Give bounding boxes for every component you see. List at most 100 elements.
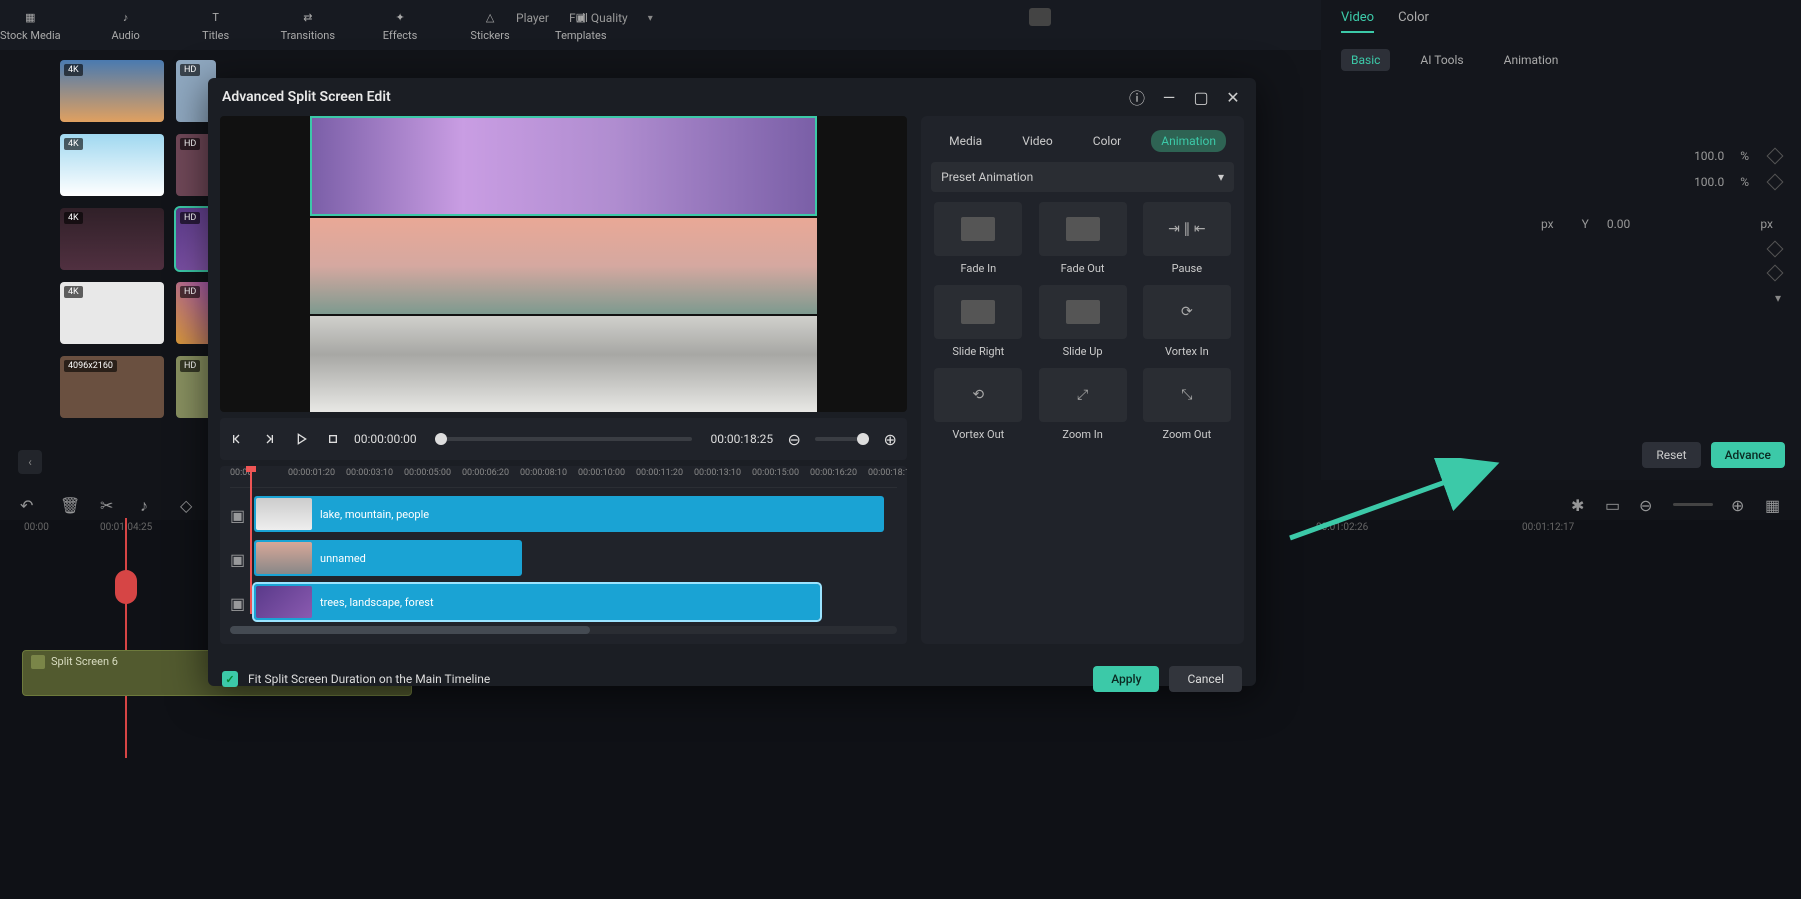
timeline-clip-selected[interactable]: trees, landscape, forest bbox=[254, 584, 820, 620]
tool-audio[interactable]: ♪Audio bbox=[101, 9, 151, 42]
y-label: Y bbox=[1582, 217, 1589, 231]
ruler-tick: 00:00 bbox=[24, 522, 49, 533]
fit-duration-checkbox[interactable]: ✓ bbox=[222, 671, 238, 687]
dialog-playhead[interactable] bbox=[250, 468, 252, 614]
frame-icon[interactable]: ▭ bbox=[1605, 496, 1621, 512]
subtab-basic[interactable]: Basic bbox=[1341, 49, 1390, 71]
dialog-properties: Media Video Color Animation Preset Anima… bbox=[921, 116, 1244, 644]
zoom-slider[interactable] bbox=[815, 437, 869, 441]
media-thumb[interactable]: 4K bbox=[60, 60, 164, 122]
dlg-tab-video[interactable]: Video bbox=[1012, 130, 1063, 152]
keyframe-icon[interactable] bbox=[1767, 148, 1784, 165]
y-value[interactable]: 0.00 bbox=[1607, 217, 1630, 231]
stop-button[interactable] bbox=[322, 428, 344, 450]
animation-preset[interactable]: ⟲Vortex Out bbox=[931, 368, 1025, 441]
zoom-slider[interactable] bbox=[1673, 503, 1713, 506]
delete-icon[interactable]: 🗑 bbox=[60, 496, 76, 512]
preview-slot-1[interactable] bbox=[310, 116, 817, 216]
keyframe-icon[interactable] bbox=[1767, 265, 1784, 282]
field-row bbox=[1321, 261, 1801, 285]
reset-button[interactable]: Reset bbox=[1642, 442, 1700, 468]
media-thumb[interactable]: 4096x2160 bbox=[60, 356, 164, 418]
help-icon[interactable]: ⓘ bbox=[1128, 88, 1146, 106]
marker-icon[interactable]: ✱ bbox=[1571, 496, 1587, 512]
timeline-clip[interactable]: lake, mountain, people bbox=[254, 496, 884, 532]
chevron-down-icon[interactable]: ▾ bbox=[1775, 291, 1781, 305]
animation-preset[interactable]: Fade In bbox=[931, 202, 1025, 275]
subtab-ai-tools[interactable]: AI Tools bbox=[1410, 49, 1473, 71]
next-frame-button[interactable] bbox=[258, 428, 280, 450]
animation-preset[interactable]: Slide Up bbox=[1035, 285, 1129, 358]
animation-preset[interactable]: ⤢Zoom In bbox=[1035, 368, 1129, 441]
tool-transitions[interactable]: ⇄Transitions bbox=[281, 9, 335, 42]
media-thumb[interactable]: 4K bbox=[60, 282, 164, 344]
playhead[interactable] bbox=[125, 518, 127, 758]
tool-stock-media[interactable]: ▦Stock Media bbox=[0, 9, 61, 42]
animation-preset[interactable]: ⟳Vortex In bbox=[1140, 285, 1234, 358]
tool-effects[interactable]: ✦Effects bbox=[375, 9, 425, 42]
media-thumb[interactable]: 4K bbox=[60, 208, 164, 270]
cut-icon[interactable]: ✂ bbox=[100, 496, 116, 512]
cancel-button[interactable]: Cancel bbox=[1169, 666, 1242, 692]
animation-preset[interactable]: Fade Out bbox=[1035, 202, 1129, 275]
apply-button[interactable]: Apply bbox=[1093, 666, 1159, 692]
timeline-clip[interactable]: unnamed bbox=[254, 540, 522, 576]
animation-preset[interactable]: ⇥ ∥ ⇤Pause bbox=[1140, 202, 1234, 275]
page-prev-button[interactable]: ‹ bbox=[18, 450, 42, 474]
preset-dropdown[interactable]: Preset Animation ▾ bbox=[931, 162, 1234, 192]
scrollbar-thumb[interactable] bbox=[230, 626, 590, 634]
subtab-animation[interactable]: Animation bbox=[1494, 49, 1569, 71]
split-preview[interactable] bbox=[220, 116, 907, 412]
keyframe-icon[interactable] bbox=[1767, 174, 1784, 191]
quality-badge: 4K bbox=[64, 286, 83, 298]
animation-label: Slide Up bbox=[1063, 345, 1103, 358]
dlg-tab-animation[interactable]: Animation bbox=[1151, 130, 1226, 152]
scale-value[interactable]: 100.0 bbox=[1694, 149, 1724, 163]
layout-icon[interactable]: ▦ bbox=[1765, 496, 1781, 512]
animation-thumb bbox=[934, 285, 1022, 339]
dlg-tab-color[interactable]: Color bbox=[1083, 130, 1131, 152]
zoom-in-icon[interactable]: ⊕ bbox=[1731, 496, 1747, 512]
maximize-icon[interactable]: ▢ bbox=[1192, 88, 1210, 106]
tab-color[interactable]: Color bbox=[1398, 10, 1429, 33]
zoom-in-icon[interactable]: ⊕ bbox=[879, 428, 901, 450]
animation-preset[interactable]: ⤡Zoom Out bbox=[1140, 368, 1234, 441]
dlg-tab-media[interactable]: Media bbox=[939, 130, 992, 152]
chevron-down-icon[interactable]: ▾ bbox=[648, 13, 653, 24]
clip-thumb bbox=[256, 542, 312, 574]
animation-label: Zoom Out bbox=[1163, 428, 1212, 441]
tool-label: Audio bbox=[111, 29, 139, 42]
scale-value[interactable]: 100.0 bbox=[1694, 175, 1724, 189]
audio-icon[interactable]: ♪ bbox=[140, 496, 156, 512]
dialog-ruler[interactable]: 00:0000:00:01:2000:00:03:1000:00:05:0000… bbox=[230, 466, 897, 488]
advance-button[interactable]: Advance bbox=[1711, 442, 1785, 468]
play-button[interactable] bbox=[290, 428, 312, 450]
clip-thumb bbox=[256, 498, 312, 530]
zoom-knob[interactable] bbox=[857, 433, 869, 445]
timeline-scrollbar[interactable] bbox=[230, 626, 897, 634]
zoom-out-icon[interactable]: ⊖ bbox=[1639, 496, 1655, 512]
prev-frame-button[interactable] bbox=[226, 428, 248, 450]
zoom-out-icon[interactable]: ⊖ bbox=[783, 428, 805, 450]
tab-video[interactable]: Video bbox=[1341, 10, 1374, 33]
preview-slot-3[interactable] bbox=[310, 316, 817, 412]
player-quality-dropdown[interactable]: Full Quality bbox=[569, 11, 628, 25]
tool-titles[interactable]: TTitles bbox=[191, 9, 241, 42]
preview-slot-2[interactable] bbox=[310, 218, 817, 314]
animation-preset[interactable]: Slide Right bbox=[931, 285, 1025, 358]
seek-knob[interactable] bbox=[435, 433, 447, 445]
snapshot-button[interactable] bbox=[1029, 8, 1051, 26]
scale-field: 100.0 % bbox=[1321, 143, 1801, 169]
dialog-timeline[interactable]: 00:0000:00:01:2000:00:03:1000:00:05:0000… bbox=[220, 466, 907, 644]
undo-icon[interactable]: ↶ bbox=[20, 496, 36, 512]
media-thumb[interactable]: 4K bbox=[60, 134, 164, 196]
minimize-icon[interactable]: — bbox=[1160, 88, 1178, 106]
close-icon[interactable]: ✕ bbox=[1224, 88, 1242, 106]
ruler-tick: 00:00:05:00 bbox=[404, 468, 451, 478]
keyframe-icon[interactable] bbox=[1767, 241, 1784, 258]
quality-badge: HD bbox=[180, 138, 200, 150]
animation-thumb bbox=[1039, 285, 1127, 339]
seek-slider[interactable] bbox=[435, 437, 693, 441]
scale-field-2: 100.0 % bbox=[1321, 169, 1801, 195]
tag-icon[interactable]: ◇ bbox=[180, 496, 196, 512]
